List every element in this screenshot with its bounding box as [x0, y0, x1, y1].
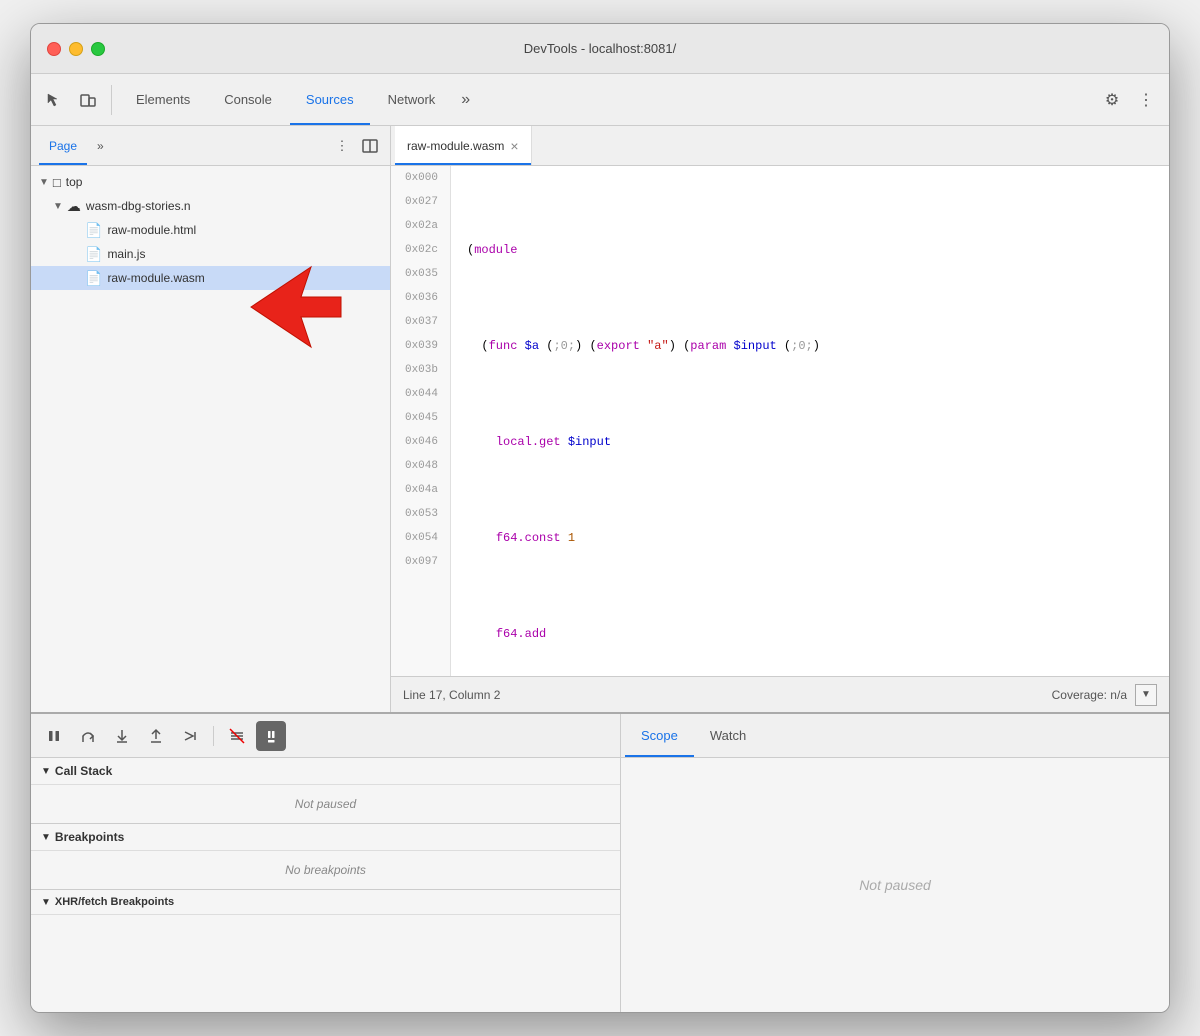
- code-tabs: raw-module.wasm ×: [391, 126, 1169, 166]
- sidebar-dots-menu[interactable]: ⋮: [330, 134, 354, 158]
- code-line-2: (func $a (;0;) (export "a") (param $inpu…: [467, 334, 1153, 358]
- tab-watch[interactable]: Watch: [694, 714, 762, 757]
- pause-on-exceptions-button[interactable]: [256, 721, 286, 751]
- coverage-dropdown-icon[interactable]: ▼: [1135, 684, 1157, 706]
- tab-console[interactable]: Console: [208, 74, 288, 125]
- coverage-label: Coverage: n/a: [1052, 688, 1127, 702]
- settings-icon[interactable]: ⚙: [1097, 85, 1127, 115]
- status-bar: Line 17, Column 2 Coverage: n/a ▼: [391, 676, 1169, 712]
- titlebar: DevTools - localhost:8081/: [31, 24, 1169, 74]
- frame-icon: □: [53, 175, 61, 190]
- status-bar-right: Coverage: n/a ▼: [1052, 684, 1157, 706]
- code-line-1: (module: [467, 238, 1153, 262]
- js-file-icon: 📄: [85, 246, 102, 263]
- html-file-icon: 📄: [85, 222, 102, 239]
- code-line-4: f64.const 1: [467, 526, 1153, 550]
- debug-left-panel: ▼ Call Stack Not paused ▼ Breakpoints No…: [31, 714, 621, 1012]
- sidebar-header: Page » ⋮: [31, 126, 390, 166]
- select-element-icon[interactable]: [39, 85, 69, 115]
- pause-button[interactable]: [39, 721, 69, 751]
- tab-network[interactable]: Network: [372, 74, 452, 125]
- sidebar-tab-more[interactable]: »: [87, 126, 114, 165]
- breakpoints-empty: No breakpoints: [31, 851, 620, 889]
- window-title: DevTools - localhost:8081/: [524, 41, 676, 56]
- step-out-button[interactable]: [141, 721, 171, 751]
- main-toolbar: Elements Console Sources Network » ⚙ ⋮: [31, 74, 1169, 126]
- sidebar-tab-page[interactable]: Page: [39, 126, 87, 165]
- breakpoints-section: ▼ Breakpoints: [31, 823, 620, 851]
- sidebar-split-icon[interactable]: [358, 134, 382, 158]
- traffic-lights: [47, 42, 105, 56]
- tree-item-wasm-dbg[interactable]: ▼ ☁ wasm-dbg-stories.n: [31, 194, 390, 218]
- line-numbers: 0x000 0x027 0x02a 0x02c 0x035 0x036 0x03…: [391, 166, 451, 676]
- step-over-button[interactable]: [73, 721, 103, 751]
- scope-tabs: Scope Watch: [621, 714, 1169, 758]
- deactivate-breakpoints-button[interactable]: [222, 721, 252, 751]
- debug-divider: [213, 726, 214, 746]
- call-stack-section: ▼ Call Stack: [31, 758, 620, 785]
- tree-item-raw-module-html[interactable]: 📄 raw-module.html: [31, 218, 390, 242]
- code-content: (module (func $a (;0;) (export "a") (par…: [451, 166, 1169, 676]
- xhr-breakpoints-section: ▼ XHR/fetch Breakpoints: [31, 889, 620, 915]
- step-into-button[interactable]: [107, 721, 137, 751]
- scope-empty-text: Not paused: [859, 877, 931, 893]
- toolbar-right: ⚙ ⋮: [1097, 85, 1161, 115]
- close-button[interactable]: [47, 42, 61, 56]
- cloud-icon: ☁: [67, 198, 81, 215]
- toolbar-more-tabs[interactable]: »: [453, 91, 478, 109]
- wasm-file-icon: 📄: [85, 270, 102, 287]
- step-button[interactable]: [175, 721, 205, 751]
- sidebar: Page » ⋮: [31, 126, 391, 712]
- cursor-position: Line 17, Column 2: [403, 688, 500, 702]
- toolbar-icon-group: [39, 85, 112, 115]
- debug-toolbar: [31, 714, 620, 758]
- tree-item-raw-module-wasm[interactable]: 📄 raw-module.wasm: [31, 266, 390, 290]
- tree-item-main-js[interactable]: 📄 main.js: [31, 242, 390, 266]
- code-tab-raw-module-wasm[interactable]: raw-module.wasm ×: [395, 126, 532, 165]
- tab-sources[interactable]: Sources: [290, 74, 370, 125]
- code-line-5: f64.add: [467, 622, 1153, 646]
- bottom-panel: ▼ Call Stack Not paused ▼ Breakpoints No…: [31, 712, 1169, 1012]
- sidebar-tree: ▼ □ top ▼ ☁ wasm-dbg-stories.n 📄 raw: [31, 166, 390, 712]
- code-line-3: local.get $input: [467, 430, 1153, 454]
- device-toggle-icon[interactable]: [73, 85, 103, 115]
- main-content: Page » ⋮: [31, 126, 1169, 712]
- toolbar-tabs: Elements Console Sources Network »: [120, 74, 478, 125]
- devtools-window: DevTools - localhost:8081/: [30, 23, 1170, 1013]
- debug-right-panel: Scope Watch Not paused: [621, 714, 1169, 1012]
- code-panel: raw-module.wasm × 0x000 0x027 0x02a 0x02…: [391, 126, 1169, 712]
- tab-scope[interactable]: Scope: [625, 714, 694, 757]
- maximize-button[interactable]: [91, 42, 105, 56]
- code-editor[interactable]: 0x000 0x027 0x02a 0x02c 0x035 0x036 0x03…: [391, 166, 1169, 676]
- minimize-button[interactable]: [69, 42, 83, 56]
- tab-elements[interactable]: Elements: [120, 74, 206, 125]
- tree-item-top[interactable]: ▼ □ top: [31, 170, 390, 194]
- sidebar-actions: ⋮: [330, 134, 382, 158]
- call-stack-empty: Not paused: [31, 785, 620, 823]
- scope-content: Not paused: [621, 758, 1169, 1012]
- more-options-icon[interactable]: ⋮: [1131, 85, 1161, 115]
- close-tab-icon[interactable]: ×: [510, 139, 518, 153]
